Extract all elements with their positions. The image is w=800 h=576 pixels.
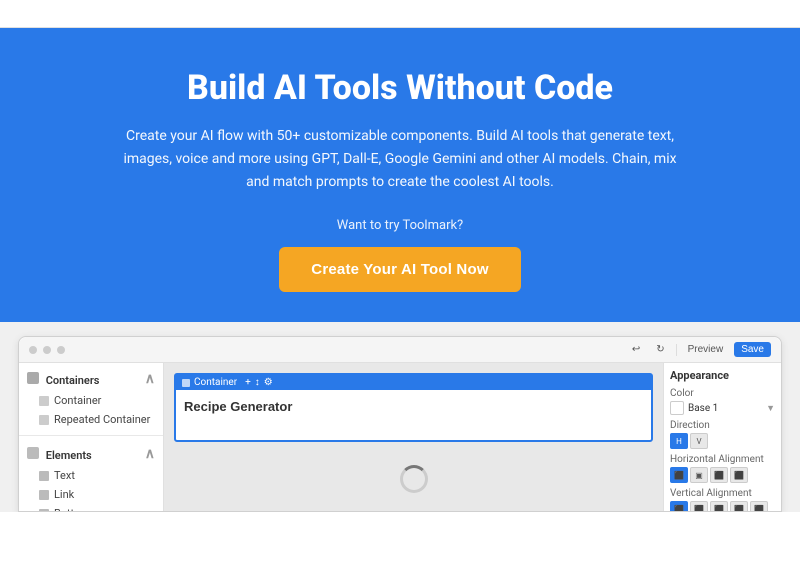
panel-direction-group: H V [670,433,775,449]
sidebar-elements-section: Elements ∧ Text Link Button [19,438,163,511]
panel-vert-align-group: ⬛ ⬛ ⬛ ⬛ ⬛ [670,501,775,511]
hero-cta-prompt: Want to try Toolmark? [20,218,780,233]
canvas-area: Container + ↕ ⚙ [164,363,663,511]
panel-direction-v-btn[interactable]: V [690,433,708,449]
nav-divider [676,344,677,356]
panel-vert-bot-btn[interactable]: ⬛ [710,501,728,511]
panel-horiz-align-label: Horizontal Alignment [670,454,775,465]
window-redo-button[interactable]: ↻ [651,342,669,357]
panel-vert-mid-btn[interactable]: ⬛ [690,501,708,511]
sidebar-item-text[interactable]: Text [19,466,163,485]
containers-icon [27,372,39,384]
sidebar-item-link[interactable]: Link [19,485,163,504]
window-undo-button[interactable]: ↩ [627,342,645,357]
hero-title: Build AI Tools Without Code [20,68,780,109]
panel-vert-align-label: Vertical Alignment [670,488,775,499]
container-title-input[interactable] [184,399,643,414]
hero-section: Build AI Tools Without Code Create your … [0,28,800,322]
panel-color-arrow: ▼ [766,403,775,414]
panel-color-value: Base 1 [688,403,762,414]
container-item-icon [39,396,49,406]
panel-appearance-title: Appearance [670,369,775,382]
sidebar-item-repeated-container[interactable]: Repeated Container [19,410,163,429]
window-body: Containers ∧ Container Repeated Containe… [19,363,781,511]
sidebar-item-container[interactable]: Container [19,391,163,410]
sidebar-item-button[interactable]: Button [19,504,163,511]
panel-direction-h-btn[interactable]: H [670,433,688,449]
panel-direction-label: Direction [670,420,775,431]
canvas-container-block[interactable]: Container + ↕ ⚙ [174,373,653,442]
panel-vert-fill-btn[interactable]: ⬛ [750,501,768,511]
link-item-icon [39,490,49,500]
window-dot-2 [43,346,51,354]
sidebar-containers-header: Containers ∧ [19,367,163,391]
window-dot-1 [29,346,37,354]
panel-color-label: Color [670,388,775,399]
sidebar-divider [19,435,163,436]
container-toolbar-add[interactable]: + [245,377,251,388]
text-item-icon [39,471,49,481]
window-titlebar: ↩ ↻ Preview Save [19,337,781,363]
sidebar-elements-header: Elements ∧ [19,442,163,466]
container-content [176,390,651,440]
panel-horiz-left-btn[interactable]: ⬛ [670,467,688,483]
panel-color-swatch[interactable] [670,401,684,415]
top-bar [0,0,800,28]
window-dot-3 [57,346,65,354]
repeated-container-item-icon [39,415,49,425]
panel-horiz-right-btn[interactable]: ⬛ [710,467,728,483]
button-item-icon [39,509,49,512]
container-toolbar-settings[interactable]: ⚙ [264,377,273,388]
sidebar-containers-section: Containers ∧ Container Repeated Containe… [19,363,163,433]
hero-description: Create your AI flow with 50+ customizabl… [120,125,680,194]
panel-vert-top-btn[interactable]: ⬛ [670,501,688,511]
panel-vert-stretch-btn[interactable]: ⬛ [730,501,748,511]
container-toolbar: Container + ↕ ⚙ [176,375,651,390]
elements-collapse-icon[interactable]: ∧ [145,446,155,462]
container-toolbar-move[interactable]: ↕ [255,377,260,388]
sidebar-left: Containers ∧ Container Repeated Containe… [19,363,164,511]
window-save-button[interactable]: Save [734,342,771,357]
elements-icon [27,447,39,459]
app-preview-section: ↩ ↻ Preview Save Containers ∧ [0,322,800,512]
containers-collapse-icon[interactable]: ∧ [145,371,155,387]
loading-spinner [400,465,428,493]
panel-color-row: Base 1 ▼ [670,401,775,415]
container-toolbar-icon [182,379,190,387]
cta-button[interactable]: Create Your AI Tool Now [279,247,520,292]
panel-horiz-align-group: ⬛ ▣ ⬛ ⬛ [670,467,775,483]
panel-right: Appearance Color Base 1 ▼ Direction H V … [663,363,781,511]
panel-horiz-center-btn[interactable]: ▣ [690,467,708,483]
window-nav: ↩ ↻ Preview Save [627,342,771,357]
preview-window: ↩ ↻ Preview Save Containers ∧ [18,336,782,512]
window-preview-button[interactable]: Preview [683,342,729,357]
panel-horiz-fill-btn[interactable]: ⬛ [730,467,748,483]
